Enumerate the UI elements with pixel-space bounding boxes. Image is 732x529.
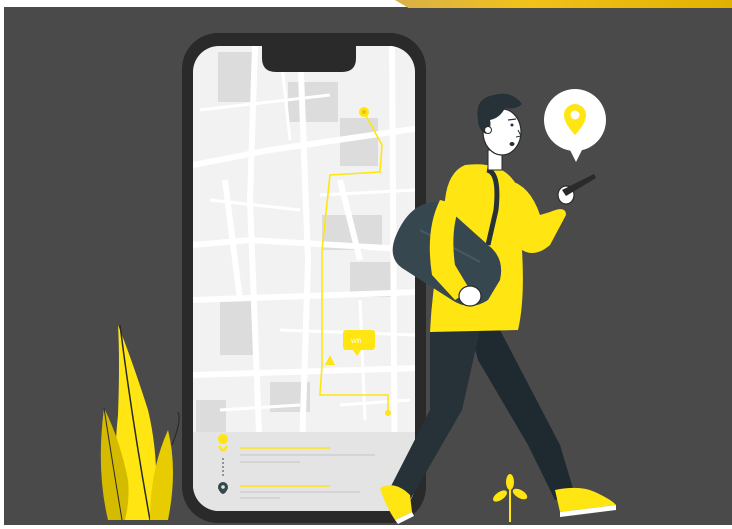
sprout <box>493 474 528 522</box>
smartphone-icon <box>562 174 596 196</box>
illustration-frame: Wifi <box>0 0 732 529</box>
back-leg <box>470 330 575 500</box>
phone-notch <box>262 44 356 72</box>
left-hand <box>458 285 482 307</box>
plant-left <box>100 324 180 521</box>
location-bubble <box>544 89 606 162</box>
smartphone: Wifi <box>182 33 426 523</box>
map-tag-label: Wifi <box>351 339 361 345</box>
route-info-panel <box>193 432 415 511</box>
route-end-dot <box>385 410 391 416</box>
illustration-canvas: Wifi <box>100 33 616 524</box>
